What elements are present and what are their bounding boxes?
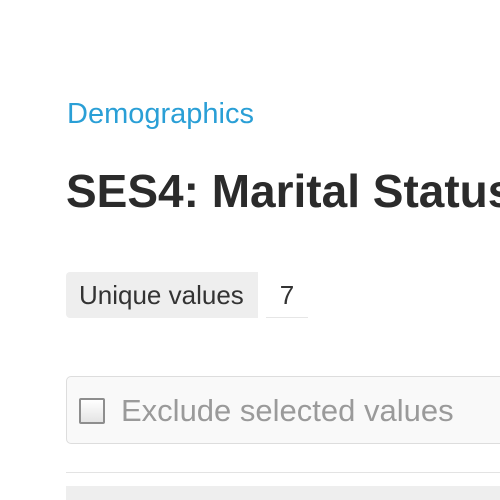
- filter-panel: Exclude selected values: [66, 376, 500, 444]
- page-title: SES4: Marital Status: [66, 165, 500, 217]
- section-divider: [66, 472, 500, 473]
- exclude-selected-checkbox[interactable]: [79, 398, 105, 424]
- table-header: [66, 486, 500, 500]
- unique-values-count: 7: [265, 272, 309, 318]
- unique-values-stat: Unique values 7: [66, 272, 309, 318]
- breadcrumb-category-link[interactable]: Demographics: [67, 96, 254, 132]
- exclude-selected-toggle[interactable]: Exclude selected values: [79, 377, 454, 445]
- variable-page: Demographics SES4: Marital Status Unique…: [0, 0, 500, 500]
- unique-values-label: Unique values: [66, 272, 258, 318]
- exclude-selected-label[interactable]: Exclude selected values: [121, 393, 454, 429]
